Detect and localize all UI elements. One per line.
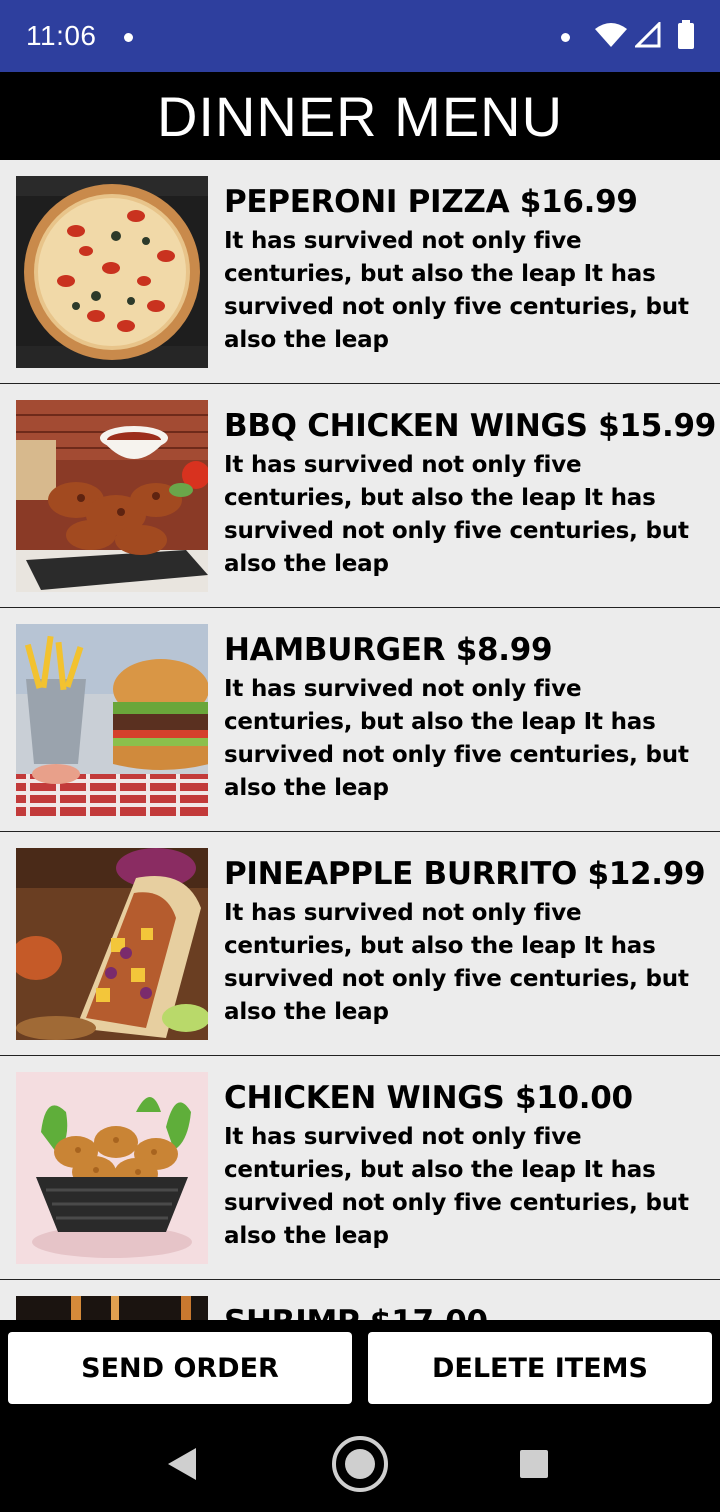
battery-icon [677,20,695,55]
status-dot-icon [561,33,570,42]
menu-item-text: PEPERONI PIZZA $16.99 It has survived no… [224,182,714,357]
menu-item-title: PINEAPPLE BURRITO $12.99 [224,856,706,892]
system-nav-bar [0,1420,720,1512]
app-bar: DINNER MENU [0,72,720,160]
menu-item-description: It has survived not only five centuries,… [224,676,689,801]
back-icon[interactable] [166,1446,198,1487]
notification-dot-icon [124,33,133,42]
wifi-icon [594,22,628,53]
menu-item-shrimp[interactable]: SHRIMP $17.00 [0,1280,720,1320]
menu-item-description: It has survived not only five centuries,… [224,900,689,1025]
menu-item-description: It has survived not only five centuries,… [224,452,689,577]
menu-item-title: HAMBURGER $8.99 [224,632,553,668]
menu-item-description: It has survived not only five centuries,… [224,228,689,353]
menu-item-text: BBQ CHICKEN WINGS $15.99 It has survived… [224,406,716,581]
shrimp-image [16,1296,208,1320]
home-icon[interactable] [331,1435,389,1498]
menu-item-description: It has survived not only five centuries,… [224,1124,689,1249]
delete-items-button[interactable]: DELETE ITEMS [368,1332,712,1404]
menu-item-bbq-chicken-wings[interactable]: BBQ CHICKEN WINGS $15.99 It has survived… [0,384,720,608]
burrito-image [16,848,208,1040]
menu-item-pineapple-burrito[interactable]: PINEAPPLE BURRITO $12.99 It has survived… [0,832,720,1056]
menu-item-hamburger[interactable]: HAMBURGER $8.99 It has survived not only… [0,608,720,832]
menu-item-text: CHICKEN WINGS $10.00 It has survived not… [224,1078,714,1253]
chicken-wings-image [16,1072,208,1264]
menu-item-title: SHRIMP $17.00 [224,1302,714,1320]
status-bar: 11:06 [0,0,720,72]
pizza-image [16,176,208,368]
page-title: DINNER MENU [156,84,564,148]
menu-item-text: PINEAPPLE BURRITO $12.99 It has survived… [224,854,714,1029]
hamburger-image [16,624,208,816]
menu-item-chicken-wings[interactable]: CHICKEN WINGS $10.00 It has survived not… [0,1056,720,1280]
menu-item-text: HAMBURGER $8.99 It has survived not only… [224,630,714,805]
status-time: 11:06 [26,20,97,51]
cell-signal-icon [633,20,661,53]
menu-item-pepperoni-pizza[interactable]: PEPERONI PIZZA $16.99 It has survived no… [0,160,720,384]
menu-list[interactable]: PEPERONI PIZZA $16.99 It has survived no… [0,160,720,1320]
menu-item-title: BBQ CHICKEN WINGS $15.99 [224,408,716,444]
menu-item-title: CHICKEN WINGS $10.00 [224,1080,633,1116]
menu-item-text: SHRIMP $17.00 [224,1302,714,1320]
recents-icon[interactable] [519,1449,549,1484]
send-order-button[interactable]: SEND ORDER [8,1332,352,1404]
menu-item-title: PEPERONI PIZZA $16.99 [224,184,638,220]
bbq-wings-image [16,400,208,592]
action-bar: SEND ORDER DELETE ITEMS [0,1320,720,1420]
